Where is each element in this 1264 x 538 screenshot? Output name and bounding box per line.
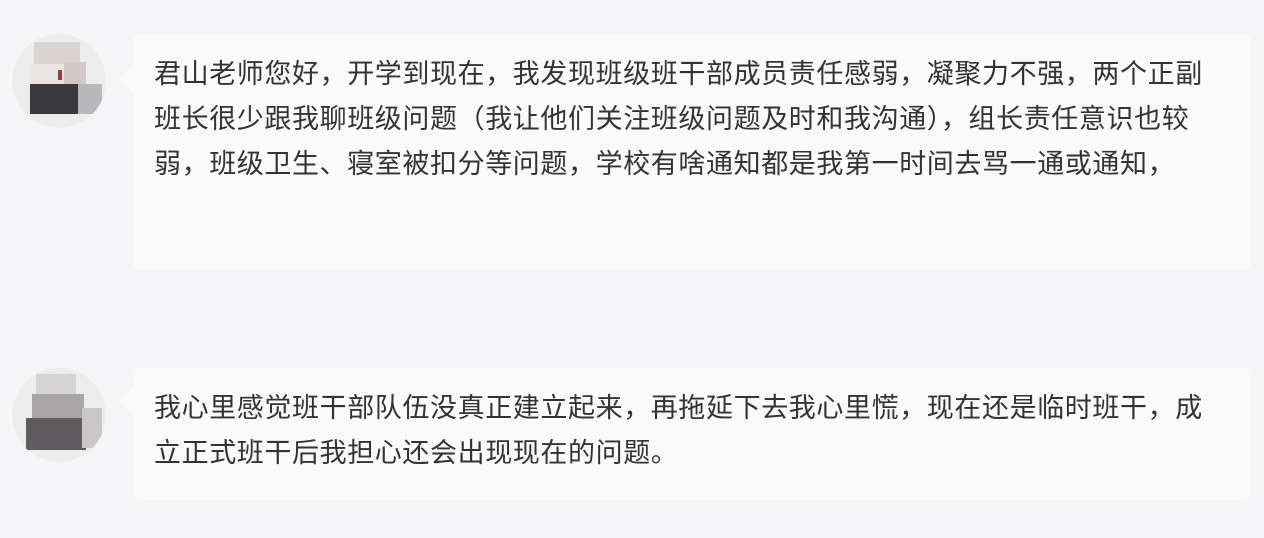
- message-text: 我心里感觉班干部队伍没真正建立起来，再拖延下去我心里慌，现在还是临时班干，成立正…: [154, 393, 1203, 469]
- message-text: 君山老师您好，开学到现在，我发现班级班干部成员责任感弱，凝聚力不强，两个正副班长…: [154, 59, 1203, 180]
- avatar[interactable]: [12, 34, 106, 128]
- avatar[interactable]: [12, 368, 106, 462]
- message-bubble: 君山老师您好，开学到现在，我发现班级班干部成员责任感弱，凝聚力不强，两个正副班长…: [118, 34, 1250, 270]
- message-bubble: 我心里感觉班干部队伍没真正建立起来，再拖延下去我心里慌，现在还是临时班干，成立正…: [118, 368, 1250, 500]
